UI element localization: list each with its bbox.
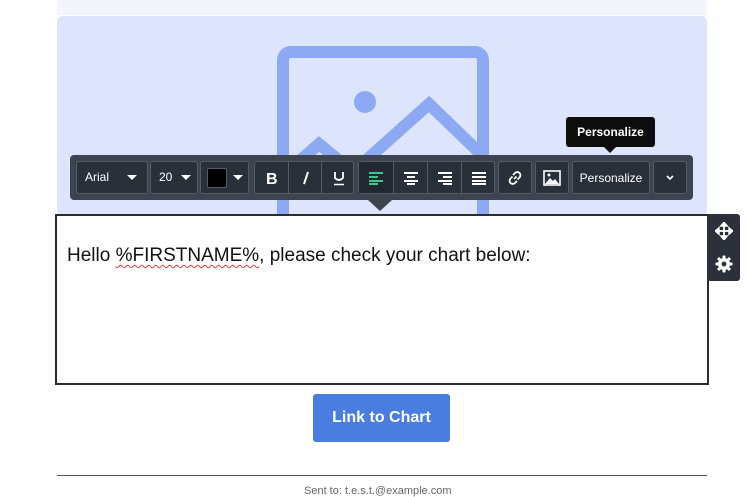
- insert-image-button[interactable]: [535, 161, 569, 194]
- greeting-suffix: , please check your chart below:: [259, 245, 531, 266]
- personalize-tooltip: Personalize: [566, 117, 655, 147]
- align-left-button[interactable]: [359, 162, 393, 193]
- align-left-icon: [369, 171, 383, 185]
- gear-icon: [715, 255, 732, 272]
- text-style-group: B: [254, 161, 354, 194]
- font-family-value: Arial: [85, 170, 110, 184]
- previous-block: [57, 0, 707, 15]
- link-to-chart-button[interactable]: Link to Chart: [313, 394, 450, 442]
- chevron-down-icon: [127, 175, 137, 180]
- align-right-button[interactable]: [427, 162, 462, 193]
- insert-image-icon: [543, 169, 561, 186]
- text-color-picker[interactable]: [200, 161, 249, 194]
- align-center-icon: [404, 171, 418, 185]
- align-justify-icon: [472, 171, 486, 185]
- underline-icon: [334, 171, 344, 185]
- bold-button[interactable]: B: [255, 162, 289, 193]
- chevron-down-icon: [666, 174, 674, 180]
- underline-button[interactable]: [321, 162, 356, 193]
- footer-sent-to: Sent to: t.e.s.t.@example.com: [304, 485, 452, 497]
- more-options-button[interactable]: [653, 161, 687, 194]
- footer-divider: [57, 475, 707, 476]
- align-right-icon: [438, 171, 452, 185]
- text-format-toolbar: Arial 20 B Personalize: [70, 155, 693, 200]
- align-justify-button[interactable]: [461, 162, 496, 193]
- italic-button[interactable]: [288, 162, 323, 193]
- toolbar-pointer: [368, 200, 392, 211]
- text-color-swatch: [207, 168, 227, 188]
- text-editor-block[interactable]: Hello %FIRSTNAME%, please check your cha…: [55, 214, 709, 385]
- block-side-tools: [707, 214, 740, 281]
- font-family-select[interactable]: Arial: [76, 161, 148, 194]
- insert-link-button[interactable]: [498, 161, 532, 194]
- greeting-text[interactable]: Hello %FIRSTNAME%, please check your cha…: [67, 245, 531, 267]
- chevron-down-icon: [233, 175, 243, 180]
- move-block-button[interactable]: [707, 214, 740, 247]
- link-icon: [508, 170, 522, 185]
- align-center-button[interactable]: [393, 162, 428, 193]
- alignment-group: [358, 161, 495, 194]
- chevron-down-icon: [181, 175, 191, 180]
- firstname-merge-tag: %FIRSTNAME%: [115, 245, 260, 266]
- font-size-value: 20: [159, 170, 173, 184]
- move-icon: [714, 221, 733, 240]
- tooltip-arrow: [604, 147, 616, 153]
- bold-icon: B: [266, 171, 278, 186]
- greeting-prefix: Hello: [67, 245, 116, 266]
- block-settings-button[interactable]: [707, 247, 740, 280]
- personalize-button[interactable]: Personalize: [572, 161, 650, 194]
- italic-icon: [303, 171, 309, 184]
- font-size-select[interactable]: 20: [150, 161, 198, 194]
- svg-text:B: B: [266, 171, 278, 186]
